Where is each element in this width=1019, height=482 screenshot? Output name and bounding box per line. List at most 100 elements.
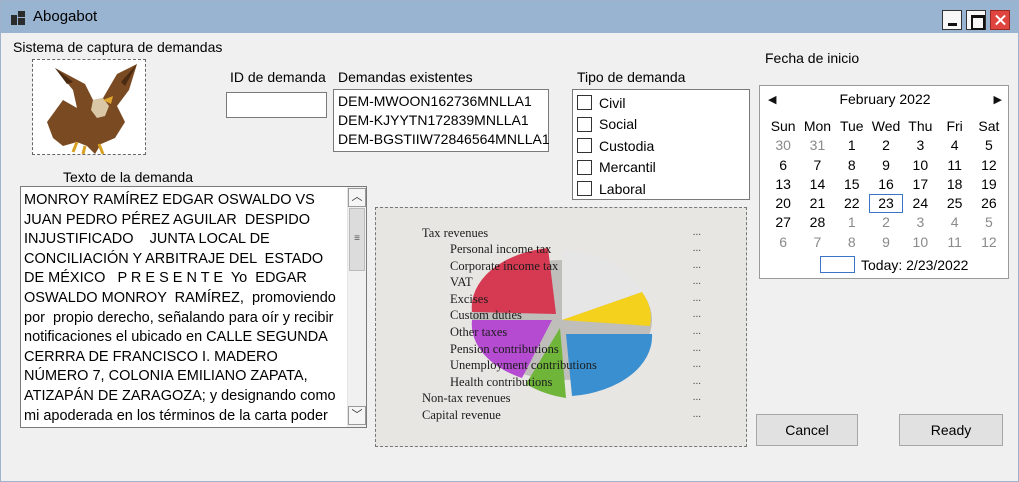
- today-link[interactable]: Today: 2/23/2022: [820, 256, 968, 273]
- type-label: Tipo de demanda: [577, 69, 686, 85]
- checkbox[interactable]: [577, 116, 592, 132]
- calendar-day[interactable]: 12: [972, 233, 1006, 252]
- checkbox[interactable]: [577, 181, 592, 197]
- checkbox[interactable]: [577, 159, 592, 175]
- weekday-label: Fri: [946, 118, 963, 134]
- checkbox[interactable]: [577, 95, 592, 111]
- calendar-day[interactable]: 6: [766, 156, 800, 175]
- calendar-day[interactable]: 7: [800, 156, 834, 175]
- picture-dots: ...: [692, 325, 701, 337]
- scroll-down-icon[interactable]: ﹀: [348, 406, 366, 425]
- calendar-day[interactable]: 7: [800, 233, 834, 252]
- type-civil[interactable]: Civil: [577, 92, 745, 114]
- type-custodia[interactable]: Custodia: [577, 135, 745, 157]
- weekday-label: Thu: [908, 118, 933, 134]
- calendar-day[interactable]: 27: [766, 213, 800, 232]
- calendar-day[interactable]: 3: [903, 136, 937, 155]
- calendar-grid: Sun Mon Tue Wed Thu Fri Sat 30 31 1 2 3 4 5 6 7 8 9 10 11 12…: [766, 117, 1006, 252]
- ready-button[interactable]: Ready: [899, 414, 1003, 446]
- calendar-day[interactable]: 12: [972, 156, 1006, 175]
- demand-text[interactable]: MONROY RAMÍREZ EDGAR OSWALDO VS JUAN PED…: [24, 191, 346, 427]
- picture-line: Corporate income tax: [450, 259, 559, 273]
- minimize-button[interactable]: [942, 10, 962, 30]
- list-item[interactable]: DEM-KJYYTN172839MNLLA1: [338, 111, 544, 130]
- title-bar[interactable]: Abogabot: [1, 1, 1018, 33]
- picture-dots: ...: [692, 259, 701, 271]
- type-option-label: Custodia: [599, 137, 655, 154]
- today-label[interactable]: Today: 2/23/2022: [861, 257, 968, 273]
- calendar-day[interactable]: 9: [869, 233, 903, 252]
- calendar-day[interactable]: 31: [800, 136, 834, 155]
- maximize-button[interactable]: [966, 10, 986, 30]
- app-grid-icon: [11, 11, 25, 25]
- calendar-day[interactable]: 18: [937, 175, 971, 194]
- calendar-day[interactable]: 4: [937, 136, 971, 155]
- calendar-day-selected[interactable]: 23: [868, 194, 904, 214]
- calendar-day[interactable]: 11: [937, 156, 971, 175]
- calendar-day[interactable]: 17: [903, 175, 937, 194]
- close-button[interactable]: [990, 10, 1010, 30]
- triangle-left-icon[interactable]: ◀: [768, 93, 776, 106]
- triangle-right-icon[interactable]: ▶: [994, 93, 1002, 106]
- calendar-day[interactable]: 10: [903, 156, 937, 175]
- type-mercantil[interactable]: Mercantil: [577, 157, 745, 179]
- calendar-day[interactable]: 5: [972, 136, 1006, 155]
- calendar-day[interactable]: 4: [937, 213, 971, 232]
- picture-line: VAT: [450, 275, 473, 289]
- id-input[interactable]: [226, 92, 327, 118]
- type-option-label: Social: [599, 116, 638, 133]
- calendar-day[interactable]: 28: [800, 213, 834, 232]
- calendar-day[interactable]: 8: [835, 233, 869, 252]
- calendar-day[interactable]: 9: [869, 156, 903, 175]
- grip-icon[interactable]: ≡: [349, 208, 365, 271]
- calendar-day[interactable]: 25: [937, 194, 971, 213]
- calendar-day[interactable]: 22: [835, 194, 869, 213]
- existing-demands-list[interactable]: DEM-MWOON162736MNLLA1 DEM-KJYYTN172839MN…: [333, 89, 550, 152]
- calendar-day[interactable]: 24: [903, 194, 937, 213]
- vertical-scrollbar[interactable]: ︿ ≡ ﹀: [347, 187, 366, 427]
- scroll-up-icon[interactable]: ︿: [348, 188, 366, 207]
- checkbox[interactable]: [577, 138, 592, 154]
- pie-chart-picture: Tax revenues Personal income tax Corpora…: [375, 207, 747, 447]
- calendar-day[interactable]: 1: [835, 213, 869, 232]
- picture-dots: ...: [692, 391, 701, 403]
- calendar-month-label[interactable]: February 2022: [839, 91, 930, 107]
- calendar-day[interactable]: 26: [972, 194, 1006, 213]
- picture-line: Personal income tax: [450, 242, 552, 256]
- calendar-day[interactable]: 2: [869, 136, 903, 155]
- calendar-day[interactable]: 16: [869, 175, 903, 194]
- calendar-day[interactable]: 5: [972, 213, 1006, 232]
- picture-dots: ...: [692, 242, 701, 254]
- type-option-label: Civil: [599, 94, 626, 111]
- calendar-day[interactable]: 13: [766, 175, 800, 194]
- list-item[interactable]: DEM-BGSTIIW72846564MNLLA1: [338, 130, 550, 149]
- calendar-day[interactable]: 30: [766, 136, 800, 155]
- calendar-day[interactable]: 20: [766, 194, 800, 213]
- calendar-day[interactable]: 8: [835, 156, 869, 175]
- type-social[interactable]: Social: [577, 114, 745, 136]
- calendar-day[interactable]: 2: [869, 213, 903, 232]
- form-header: Sistema de captura de demandas: [13, 39, 223, 55]
- picture-line: Pension contributions: [450, 342, 559, 356]
- list-item[interactable]: DEM-MWOON162736MNLLA1: [338, 92, 544, 111]
- calendar-day[interactable]: 14: [800, 175, 834, 194]
- month-calendar[interactable]: ◀ February 2022 ▶ Sun Mon Tue Wed Thu Fri Sat 3…: [759, 85, 1009, 279]
- picture-dots: ...: [692, 275, 701, 287]
- demand-text-area[interactable]: MONROY RAMÍREZ EDGAR OSWALDO VS JUAN PED…: [20, 186, 367, 428]
- picture-dots: ...: [692, 408, 701, 420]
- calendar-day[interactable]: 21: [800, 194, 834, 213]
- type-option-label: Laboral: [599, 180, 646, 197]
- calendar-day[interactable]: 1: [835, 136, 869, 155]
- calendar-day[interactable]: 10: [903, 233, 937, 252]
- picture-dots: ...: [692, 342, 701, 354]
- picture-dots: ...: [692, 226, 701, 238]
- calendar-day[interactable]: 3: [903, 213, 937, 232]
- weekday-label: Tue: [839, 118, 864, 134]
- text-label: Texto de la demanda: [63, 169, 193, 185]
- calendar-day[interactable]: 15: [835, 175, 869, 194]
- cancel-button[interactable]: Cancel: [756, 414, 858, 446]
- calendar-day[interactable]: 6: [766, 233, 800, 252]
- calendar-day[interactable]: 19: [972, 175, 1006, 194]
- type-laboral[interactable]: Laboral: [577, 178, 745, 200]
- calendar-day[interactable]: 11: [937, 233, 971, 252]
